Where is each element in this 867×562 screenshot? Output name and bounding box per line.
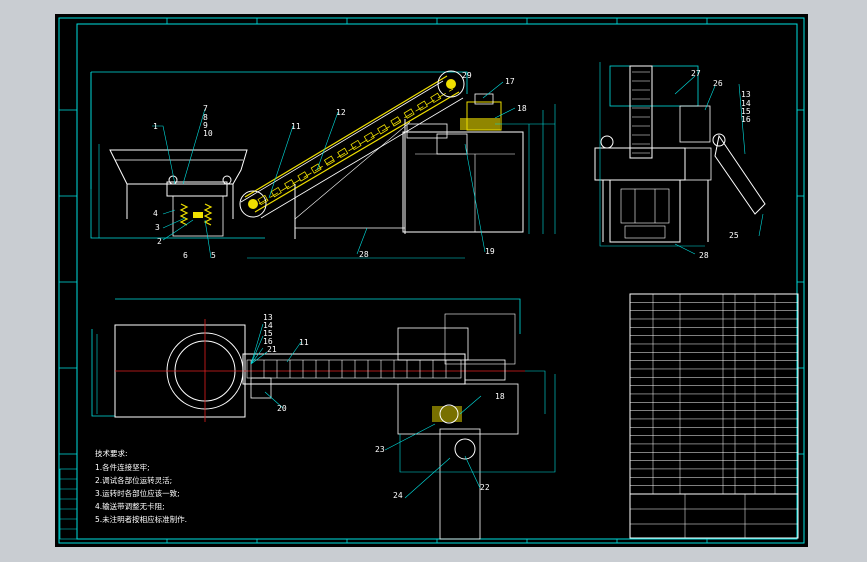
label-22: 22 [480,483,490,492]
label-1: 1 [153,122,158,131]
side-view [594,62,766,255]
left-revision-block [59,468,78,540]
plan-chain-links [250,360,447,378]
notes-title: 技术要求: [95,448,128,458]
notes-line-2: 2.调试各部位运转灵活; [95,475,172,485]
label-6: 6 [183,251,188,260]
label-26: 26 [713,79,723,88]
label-21: 21 [267,345,277,354]
label-24: 24 [393,491,403,500]
label-19: 19 [485,247,495,256]
label-23: 23 [375,445,385,454]
bom-table [629,293,799,539]
label-28a: 28 [359,250,369,259]
label-29: 29 [462,71,472,80]
label-25: 25 [729,231,739,240]
label-11: 11 [291,122,301,131]
drawing-sheet: 1 7 8 9 10 11 12 29 17 18 4 3 2 6 5 28 1… [55,14,808,547]
label-28b: 28 [699,251,709,260]
label-12: 12 [336,108,346,117]
label-16: 16 [741,115,751,124]
label-27: 27 [691,69,701,78]
label-10: 10 [203,129,213,138]
label-17: 17 [505,77,515,86]
inner-frame [76,23,798,540]
label-5: 5 [211,251,216,260]
front-view [90,70,556,259]
notes-line-4: 4.输送带调整无卡阻; [95,501,165,511]
label-20: 20 [277,404,287,413]
label-11b: 11 [299,338,309,347]
notes-line-5: 5.未注明者按相应标准制作. [95,514,187,524]
cad-drawing: 1 7 8 9 10 11 12 29 17 18 4 3 2 6 5 28 1… [58,17,805,544]
label-3: 3 [155,223,160,232]
label-2: 2 [157,237,162,246]
bom-grid [630,302,798,495]
technical-notes: 技术要求: 1.各件连接坚牢; 2.调试各部位运转灵活; 3.运转时各部位应该一… [95,448,187,524]
notes-line-1: 1.各件连接坚牢; [95,462,150,472]
side-chain-links [632,71,650,154]
label-18: 18 [517,104,527,113]
label-18b: 18 [495,392,505,401]
label-4: 4 [153,209,158,218]
label-7: 7 [203,104,208,113]
notes-line-3: 3.运转时各部位应该一致; [95,488,180,498]
label-13a: 13 [741,90,751,99]
